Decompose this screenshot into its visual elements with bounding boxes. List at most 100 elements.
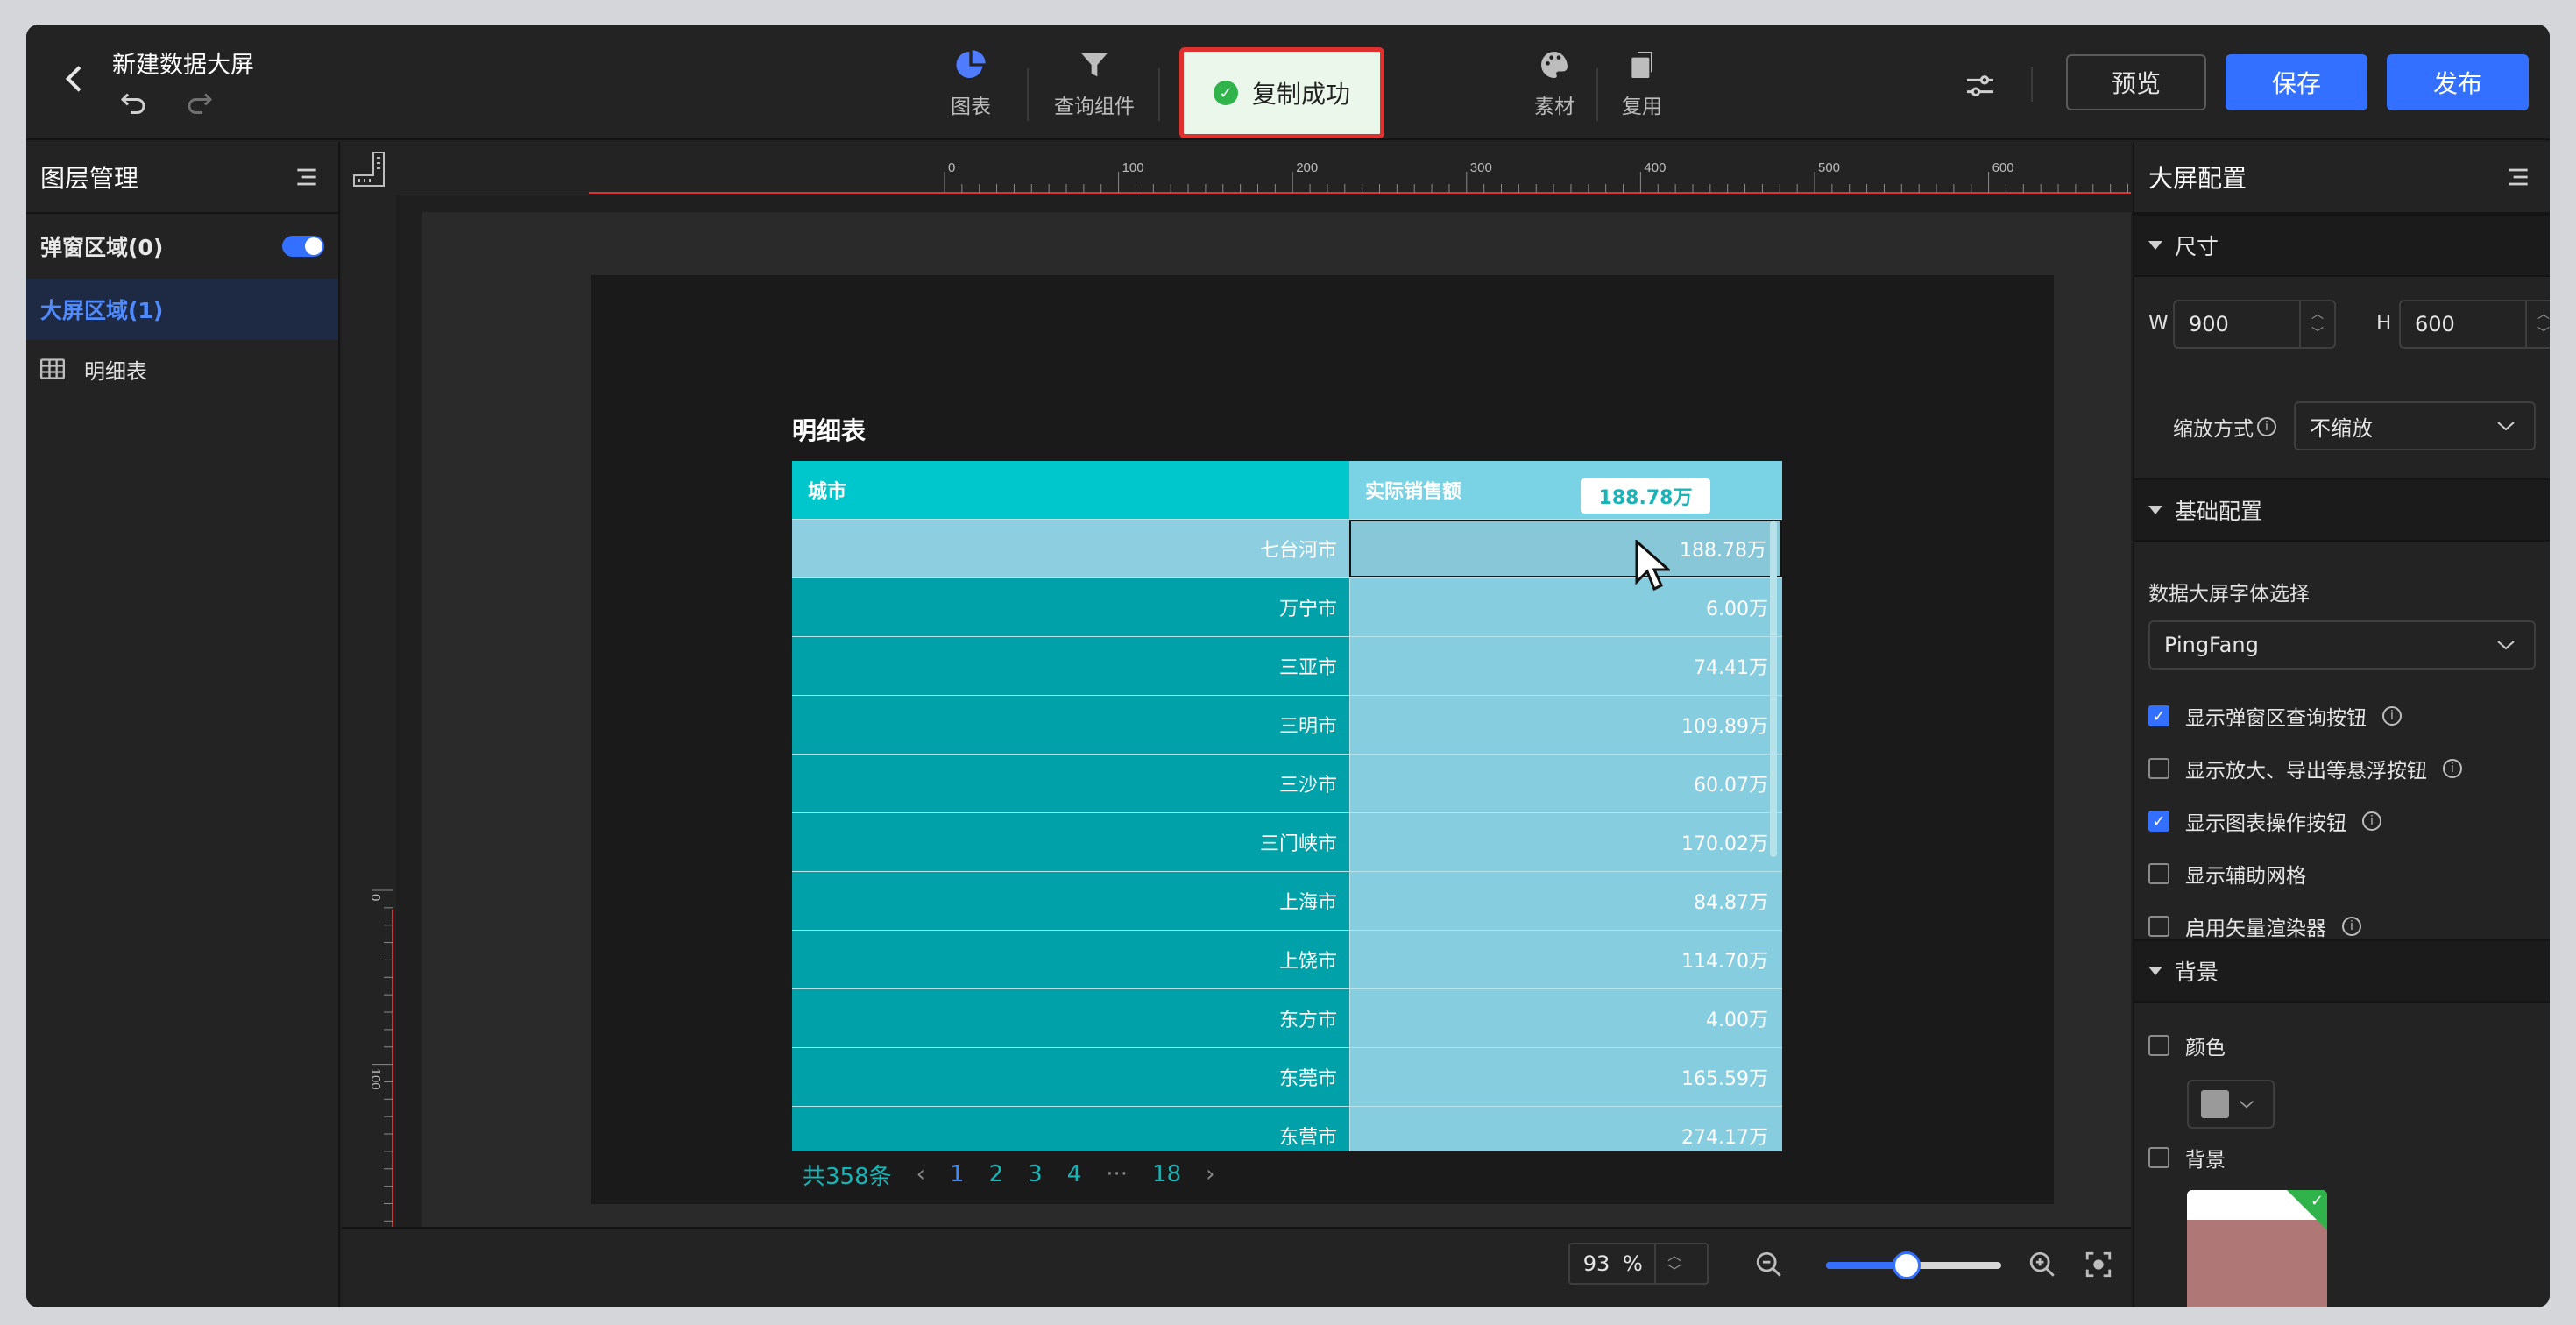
option-row[interactable]: ✓ 显示图表操作按钮 i [2148,806,2381,836]
cell-city[interactable]: 三明市 [792,696,1349,754]
preview-button[interactable]: 预览 [2066,54,2206,110]
undo-icon[interactable] [117,88,149,119]
table-row[interactable]: 东莞市 165.59万 [792,1047,1782,1106]
cell-sales[interactable]: 74.41万 [1349,637,1782,695]
table-row[interactable]: 三沙市 60.07万 [792,754,1782,812]
tool-reuse[interactable]: 复用 [1598,47,1686,128]
horizontal-ruler[interactable]: 0100200300400500600700800900 [396,142,2131,195]
background-checkbox-row[interactable]: 背景 [2148,1143,2226,1173]
option-checkbox[interactable] [2148,916,2169,937]
table-row[interactable]: 三明市 109.89万 [792,695,1782,754]
option-row[interactable]: ✓ 显示弹窗区查询按钮 i [2148,701,2402,731]
background-checkbox[interactable] [2148,1147,2169,1168]
section-size-header[interactable]: 尺寸 [2134,214,2550,277]
zoom-stepper[interactable]: ︿ ﹀ [1654,1244,1693,1283]
option-row[interactable]: 显示放大、导出等悬浮按钮 i [2148,754,2462,783]
table-row[interactable]: 东营市 274.17万 [792,1106,1782,1151]
height-stepper[interactable]: ︿ ﹀ [2525,301,2550,347]
zoom-input[interactable]: 93 % ︿ ﹀ [1568,1243,1709,1285]
pager-page[interactable]: 1 [950,1161,965,1187]
width-input[interactable]: 900 ︿ ﹀ [2173,300,2336,349]
pager-page[interactable]: 2 [989,1161,1004,1187]
option-checkbox[interactable] [2148,863,2169,884]
menu-icon[interactable] [293,163,321,191]
cell-sales[interactable]: 188.78万 [1349,520,1782,577]
color-checkbox[interactable] [2148,1035,2169,1056]
tool-chart[interactable]: 图表 [913,47,1029,128]
detail-table[interactable]: 城市 实际销售额 188.78万 七台河市 188.78万 万宁市 6.00万 三亚市 7… [792,461,1782,1151]
zoom-stepper-down-icon[interactable]: ﹀ [1667,1264,1681,1279]
option-checkbox[interactable] [2148,758,2169,779]
section-background-header[interactable]: 背景 [2134,939,2550,1003]
cell-city[interactable]: 东方市 [792,989,1349,1047]
fit-screen-icon[interactable] [2084,1250,2113,1279]
publish-button[interactable]: 发布 [2387,54,2529,110]
cell-sales[interactable]: 84.87万 [1349,872,1782,930]
back-arrow-icon[interactable] [58,61,93,96]
pager-prev-icon[interactable]: ‹ [916,1161,925,1187]
header-sales[interactable]: 实际销售额 188.78万 [1349,461,1782,519]
zoom-out-icon[interactable] [1754,1250,1784,1279]
layer-item-detail-table[interactable]: 明细表 [26,340,338,398]
zoom-in-icon[interactable] [2028,1250,2057,1279]
ruler-corner-icon[interactable] [342,142,396,195]
cell-city[interactable]: 上饶市 [792,931,1349,988]
cell-city[interactable]: 上海市 [792,872,1349,930]
cell-city[interactable]: 东营市 [792,1107,1349,1151]
cell-sales[interactable]: 109.89万 [1349,696,1782,754]
info-icon[interactable]: i [2382,706,2402,726]
height-stepper-down-icon[interactable]: ﹀ [2537,324,2550,344]
cell-city[interactable]: 三亚市 [792,637,1349,695]
option-checkbox[interactable]: ✓ [2148,811,2169,832]
option-checkbox[interactable]: ✓ [2148,705,2169,726]
info-icon[interactable]: i [2362,811,2381,831]
color-picker[interactable] [2187,1080,2275,1129]
cell-city[interactable]: 七台河市 [792,520,1349,577]
cell-sales[interactable]: 165.59万 [1349,1048,1782,1106]
vertical-ruler[interactable]: 0100200 [342,195,396,1227]
scale-select[interactable]: 不缩放 [2294,401,2536,450]
width-stepper[interactable]: ︿ ﹀ [2299,301,2334,347]
zoom-stepper-up-icon[interactable]: ︿ [1667,1248,1681,1264]
sliders-icon[interactable] [1963,68,1998,103]
pager-page[interactable]: 4 [1067,1161,1082,1187]
pager-next-icon[interactable]: › [1206,1161,1214,1187]
popup-area-toggle[interactable] [282,236,324,257]
cell-sales[interactable]: 4.00万 [1349,989,1782,1047]
table-row[interactable]: 万宁市 6.00万 [792,577,1782,636]
cell-city[interactable]: 东莞市 [792,1048,1349,1106]
info-icon[interactable]: i [2342,917,2361,936]
zoom-slider[interactable] [1826,1251,2001,1279]
menu-icon[interactable] [2504,163,2532,191]
table-row[interactable]: 三亚市 74.41万 [792,636,1782,695]
save-button[interactable]: 保存 [2226,54,2367,110]
table-row[interactable]: 三门峡市 170.02万 [792,812,1782,871]
cell-sales[interactable]: 114.70万 [1349,931,1782,988]
width-stepper-down-icon[interactable]: ﹀ [2311,324,2324,344]
tool-material[interactable]: 素材 [1511,47,1598,128]
font-select[interactable]: PingFang [2148,620,2536,670]
height-input[interactable]: 600 ︿ ﹀ [2399,300,2550,349]
tool-query[interactable]: 查询组件 [1029,47,1160,128]
height-stepper-up-icon[interactable]: ︿ [2537,305,2550,324]
cell-sales[interactable]: 6.00万 [1349,578,1782,636]
cell-city[interactable]: 三门峡市 [792,813,1349,871]
pager-page[interactable]: 3 [1028,1161,1043,1187]
table-row[interactable]: 上饶市 114.70万 [792,930,1782,988]
redo-icon[interactable] [184,88,216,119]
info-icon[interactable]: i [2257,417,2276,436]
cell-sales[interactable]: 274.17万 [1349,1107,1782,1151]
option-row[interactable]: 显示辅助网格 [2148,859,2306,889]
header-city[interactable]: 城市 [792,461,1349,519]
pager-page-last[interactable]: 18 [1152,1161,1181,1187]
cell-city[interactable]: 万宁市 [792,578,1349,636]
background-thumbnail[interactable]: ✓ [2187,1190,2327,1307]
color-checkbox-row[interactable]: 颜色 [2148,1031,2226,1060]
cell-city[interactable]: 三沙市 [792,755,1349,812]
width-stepper-up-icon[interactable]: ︿ [2311,305,2324,324]
cell-sales[interactable]: 170.02万 [1349,813,1782,871]
table-row[interactable]: 七台河市 188.78万 [792,519,1782,577]
table-scrollbar[interactable] [1770,521,1777,857]
screen-area-row[interactable]: 大屏区域(1) [26,279,338,340]
zoom-slider-handle[interactable] [1893,1251,1921,1279]
